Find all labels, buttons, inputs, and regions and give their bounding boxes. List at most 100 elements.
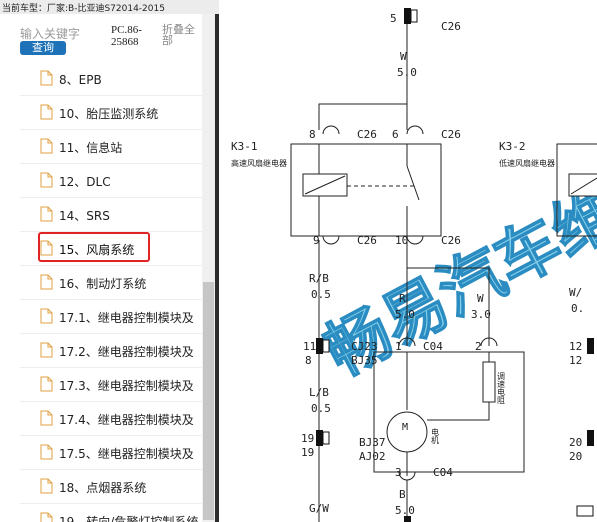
tree-item-label: 17.4、继电器控制模块及: [59, 413, 194, 427]
aj02-label: AJ02: [359, 450, 386, 463]
tree-item-label: 17.2、继电器控制模块及: [59, 345, 194, 359]
pin-6-label: 6: [392, 128, 399, 141]
tree-item[interactable]: 19、转向/危警灯控制系统: [20, 504, 210, 522]
document-icon: [40, 308, 53, 324]
scrollbar-thumb[interactable]: [203, 282, 214, 520]
search-button[interactable]: 查询: [20, 41, 66, 55]
c26-label-a: C26: [357, 128, 377, 141]
phone-number: PC.86-25868: [111, 24, 142, 48]
connector-right-12: [587, 338, 594, 354]
tree-item[interactable]: 12、DLC: [20, 164, 210, 198]
wire-w2-size: 3.0: [471, 308, 491, 321]
wire-rb-label: R/B: [309, 272, 329, 285]
wire-w-slash-label: W/: [569, 286, 582, 299]
motor-m-label: M: [402, 422, 408, 433]
catalog-panel: 查询 PC.86-25868 折叠全部 8、EPB 10、胎压监测系统 11、信息站…: [0, 14, 215, 522]
document-icon: [40, 376, 53, 392]
top-connector: [404, 8, 418, 24]
tree-item-label: 17.1、继电器控制模块及: [59, 311, 194, 325]
tree-item[interactable]: 10、胎压监测系统: [20, 96, 210, 130]
relay1-id: K3-1: [231, 140, 258, 153]
pin-19-label-a: 19: [301, 432, 314, 445]
tree-item[interactable]: 16、制动灯系统: [20, 266, 210, 300]
vehicle-label: 当前车型：厂家:B-比亚迪S72014-2015: [2, 4, 165, 14]
wire-rb-size: 0.5: [311, 288, 331, 301]
tree-item[interactable]: 14、SRS: [20, 198, 210, 232]
wiring-diagram[interactable]: 畅易汽车维 5 C26 W 5.0 K3-1 高速风扇继电器 8 C26 6 C…: [219, 0, 597, 522]
tree-item-label: 17.5、继电器控制模块及: [59, 447, 194, 461]
document-icon: [40, 172, 53, 188]
pin-12-label-b: 12: [569, 354, 582, 367]
tree-item-label: 17.3、继电器控制模块及: [59, 379, 194, 393]
selected-item-highlight: [38, 232, 150, 262]
wire-r-size: 5.0: [395, 308, 415, 321]
wire-gw-label: G/W: [309, 502, 329, 515]
wire-b-label: B: [399, 488, 406, 501]
relay2-id: K3-2: [499, 140, 526, 153]
tree-item-label: 18、点烟器系统: [59, 481, 147, 495]
c26-top-label: C26: [441, 20, 461, 33]
c04-label-b: C04: [433, 466, 453, 479]
resistor-label: 调速电阻: [497, 372, 506, 405]
wire-lb-size: 0.5: [311, 402, 331, 415]
tree-item[interactable]: 17.3、继电器控制模块及: [20, 368, 210, 402]
document-icon: [40, 512, 53, 522]
document-icon: [40, 410, 53, 426]
tree-item-label: 12、DLC: [59, 175, 111, 189]
pin-10-label: 10: [395, 234, 408, 247]
collapse-all-button[interactable]: 折叠全部: [162, 24, 202, 46]
connector-cj23: [316, 338, 330, 354]
document-icon: [40, 478, 53, 494]
wire-w-label: W: [400, 50, 407, 63]
document-icon: [40, 206, 53, 222]
tree-item[interactable]: 11、信息站: [20, 130, 210, 164]
document-tree: 8、EPB 10、胎压监测系统 11、信息站 12、DLC 14、SRS 15、风扇系统 1…: [20, 62, 210, 522]
document-icon: [40, 274, 53, 290]
tree-item[interactable]: 8、EPB: [20, 62, 210, 96]
tree-item[interactable]: 18、点烟器系统: [20, 470, 210, 504]
pin-20-label-a: 20: [569, 436, 582, 449]
document-icon: [40, 138, 53, 154]
pin-11-label: 11: [303, 340, 316, 353]
wire-lb-label: L/B: [309, 386, 329, 399]
wire-b-size: 5.0: [395, 504, 415, 517]
pin-2-label: 2: [475, 340, 482, 353]
c26-label-b: C26: [441, 128, 461, 141]
tree-item[interactable]: 17.4、继电器控制模块及: [20, 402, 210, 436]
bj37-label: BJ37: [359, 436, 386, 449]
tree-item-label: 10、胎压监测系统: [59, 107, 159, 121]
pin-12-label-a: 12: [569, 340, 582, 353]
document-icon: [40, 70, 53, 86]
search-input[interactable]: [20, 26, 105, 42]
tree-item-label: 11、信息站: [59, 141, 123, 155]
pin-5-label: 5: [390, 12, 397, 25]
c26-label-d: C26: [441, 234, 461, 247]
tree-item[interactable]: 17.5、继电器控制模块及: [20, 436, 210, 470]
cj23-label: CJ23: [351, 340, 378, 353]
pin-8-label: 8: [309, 128, 316, 141]
wire-w-slash-size: 0.: [571, 302, 584, 315]
pin-19-label-b: 19: [301, 446, 314, 459]
motor-label: 电机: [431, 427, 440, 445]
tree-item[interactable]: 17.1、继电器控制模块及: [20, 300, 210, 334]
wire-r-label: R: [399, 292, 406, 305]
tree-item-label: 14、SRS: [59, 209, 110, 223]
relay1-name: 高速风扇继电器: [231, 158, 287, 168]
document-icon: [40, 444, 53, 460]
pin-8b-label: 8: [305, 354, 312, 367]
tree-item-label: 16、制动灯系统: [59, 277, 147, 291]
relay2-name: 低速风扇继电器: [499, 158, 555, 168]
document-icon: [40, 342, 53, 358]
document-icon: [40, 104, 53, 120]
c04-label-a: C04: [423, 340, 443, 353]
c26-label-c: C26: [357, 234, 377, 247]
tree-item[interactable]: 17.2、继电器控制模块及: [20, 334, 210, 368]
wire-w-size: 5.0: [397, 66, 417, 79]
tree-scrollbar[interactable]: [202, 14, 215, 522]
tree-item-label: 8、EPB: [59, 73, 102, 87]
connector-bj37: [316, 430, 330, 446]
tree-item-label: 19、转向/危警灯控制系统: [59, 515, 199, 522]
search-row: 查询 PC.86-25868 折叠全部: [0, 14, 215, 62]
wire-w2-label: W: [477, 292, 484, 305]
pin-20-label-b: 20: [569, 450, 582, 463]
